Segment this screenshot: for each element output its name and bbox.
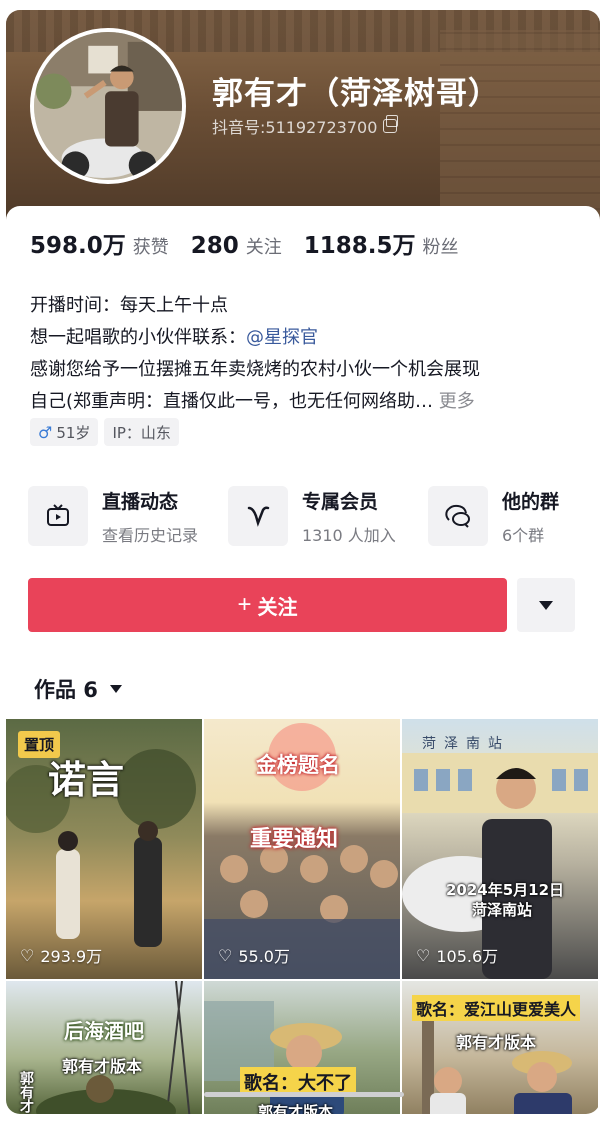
feature-membership-text: 专属会员 1310 人加入	[302, 487, 396, 546]
stats-row: 598.0万 获赞 280 关注 1188.5万 粉丝	[30, 226, 481, 260]
heart-icon: ♡	[20, 945, 35, 965]
tab-works-label: 作品 6	[34, 678, 98, 702]
video-overlay-subtitle: 郭有才版本	[258, 1103, 334, 1114]
stat-following-label: 关注	[245, 237, 282, 258]
stat-following[interactable]: 280 关注	[191, 233, 282, 259]
video-likes: ♡ 293.9万	[20, 943, 102, 967]
ip-tag-text: IP：山东	[112, 423, 171, 442]
bio-line-4: 自己(郑重声明：直播仅此一号，也无任何网络助… 更多	[30, 386, 590, 418]
video-side-text: 郭有才	[18, 1071, 34, 1113]
follow-button[interactable]: + 关注	[28, 578, 507, 632]
bio-line-2: 想一起唱歌的小伙伴联系：@星探官	[30, 322, 590, 354]
bio-line-2-text: 想一起唱歌的小伙伴联系：	[30, 327, 246, 348]
copy-icon[interactable]	[383, 115, 399, 133]
video-grid: 置顶 诺言 ♡ 293.9万 金榜题名 重要通知 ♡ 55.0万 菏泽南站 20…	[6, 719, 600, 1114]
video-likes-count: 55.0万	[238, 947, 290, 966]
video-likes: ♡ 105.6万	[416, 943, 498, 967]
stat-followers-value: 1188.5万	[303, 233, 416, 259]
feature-live-history[interactable]: 直播动态 查看历史记录	[28, 486, 228, 546]
video-tile[interactable]: 歌名：爱江山更爱美人 郭有才版本	[402, 981, 598, 1114]
video-overlay-title-top: 金榜题名	[256, 753, 340, 777]
feature-groups-text: 他的群 6个群	[502, 487, 559, 546]
video-likes-count: 293.9万	[40, 947, 103, 966]
heart-icon: ♡	[218, 945, 233, 965]
ip-tag: IP：山东	[104, 418, 179, 446]
feature-row: 直播动态 查看历史记录 专属会员 1310 人加入 他的群 6个群	[28, 486, 600, 546]
feature-groups-sub: 6个群	[502, 525, 545, 545]
video-station-sign: 菏泽南站	[422, 736, 510, 752]
profile-page: 郭有才（菏泽树哥） 抖音号:51192723700 598.0万 获赞 280 …	[6, 10, 600, 1114]
douyin-id[interactable]: 抖音号:51192723700	[212, 114, 399, 138]
v-icon	[228, 486, 288, 546]
stat-followers[interactable]: 1188.5万 粉丝	[304, 226, 459, 260]
follow-button-label: 关注	[257, 596, 298, 619]
stat-likes: 598.0万 获赞	[30, 226, 169, 260]
stat-followers-label: 粉丝	[422, 237, 459, 258]
more-options-button[interactable]	[517, 578, 575, 632]
male-icon: ♂	[38, 422, 53, 442]
video-tile[interactable]: 菏泽南站 2024年5月12日 菏泽南站 ♡ 105.6万	[402, 719, 598, 979]
video-overlay-subtitle: 菏泽南站	[472, 901, 533, 919]
bio-line-3: 感谢您给予一位摆摊五年卖烧烤的农村小伙一个机会展现	[30, 359, 480, 380]
chat-icon	[428, 486, 488, 546]
profile-bio: 开播时间：每天上午十点 想一起唱歌的小伙伴联系：@星探官 感谢您给予一位摆摊五年…	[30, 290, 590, 418]
feature-live-text: 直播动态 查看历史记录	[102, 487, 198, 546]
age-tag: ♂ 51岁	[30, 418, 99, 446]
video-overlay-title: 歌名：爱江山更爱美人	[412, 995, 581, 1021]
video-tile[interactable]: 金榜题名 重要通知 ♡ 55.0万	[204, 719, 400, 979]
douyin-id-text: 抖音号:51192723700	[212, 118, 378, 137]
feature-membership-title: 专属会员	[302, 490, 379, 513]
age-tag-text: 51岁	[56, 423, 91, 442]
caret-down-icon	[109, 685, 122, 693]
tv-icon	[28, 486, 88, 546]
video-tile[interactable]: 置顶 诺言 ♡ 293.9万	[6, 719, 202, 979]
video-likes: ♡ 55.0万	[218, 943, 290, 967]
feature-live-title: 直播动态	[102, 490, 179, 513]
home-indicator[interactable]	[204, 1092, 404, 1097]
video-thumbnail	[402, 753, 598, 979]
plus-icon: +	[237, 591, 252, 618]
video-overlay-subtitle: 郭有才版本	[62, 1057, 143, 1076]
bio-line-4-text: 自己(郑重声明：直播仅此一号，也无任何网络助…	[30, 391, 434, 412]
video-overlay-title: 后海酒吧	[64, 1019, 144, 1043]
feature-membership-sub: 1310 人加入	[302, 525, 396, 545]
feature-groups[interactable]: 他的群 6个群	[428, 486, 600, 546]
tab-works[interactable]: 作品 6	[34, 674, 122, 704]
feature-live-sub: 查看历史记录	[102, 525, 199, 545]
profile-card: 598.0万 获赞 280 关注 1188.5万 粉丝 开播时间：每天上午十点 …	[6, 206, 600, 1114]
video-likes-count: 105.6万	[436, 947, 499, 966]
stat-likes-value: 598.0万	[30, 233, 126, 259]
feature-membership[interactable]: 专属会员 1310 人加入	[228, 486, 428, 546]
avatar[interactable]	[30, 28, 186, 184]
profile-tags: ♂ 51岁 IP：山东	[30, 418, 179, 446]
bio-line-1: 开播时间：每天上午十点	[30, 295, 228, 316]
stat-likes-label: 获赞	[132, 237, 169, 258]
chevron-down-icon	[539, 600, 553, 610]
avatar-photo	[34, 32, 182, 180]
video-overlay-title: 诺言	[48, 757, 125, 802]
feature-groups-title: 他的群	[502, 490, 560, 513]
bio-more-link[interactable]: 更多	[439, 391, 475, 412]
video-overlay-title-mid: 重要通知	[250, 827, 339, 852]
stat-following-value: 280	[190, 233, 239, 259]
heart-icon: ♡	[416, 945, 431, 965]
video-overlay-title: 2024年5月12日	[446, 881, 565, 899]
profile-nickname: 郭有才（菏泽树哥）	[212, 76, 500, 112]
video-tile[interactable]: 后海酒吧 郭有才版本 郭有才	[6, 981, 202, 1114]
video-overlay-subtitle: 郭有才版本	[456, 1033, 537, 1052]
bio-mention-link[interactable]: @星探官	[246, 327, 318, 348]
